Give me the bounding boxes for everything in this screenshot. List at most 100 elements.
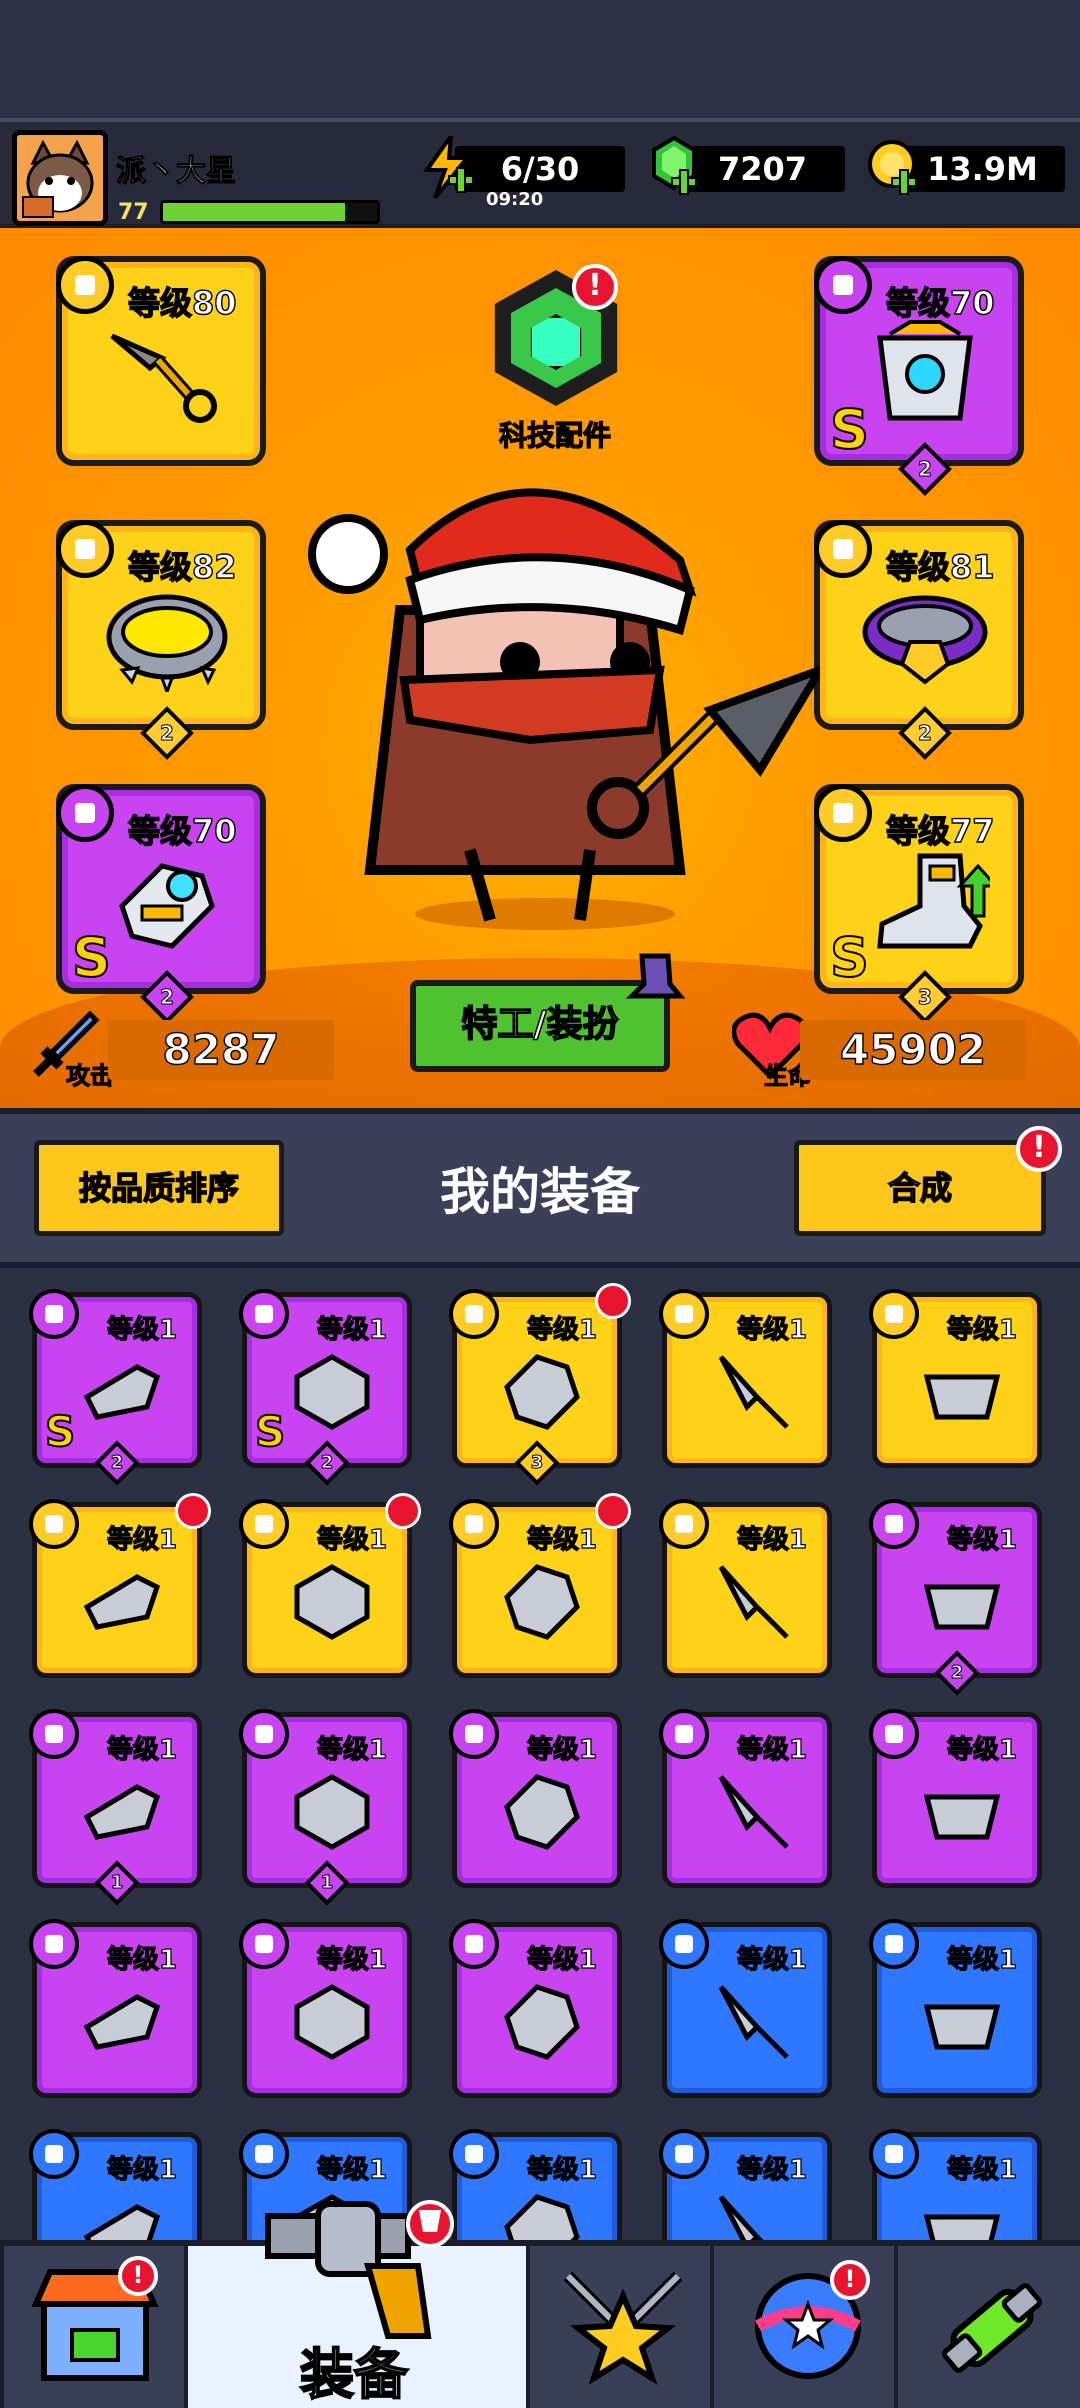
item-rank-badge: 1 <box>304 1860 350 1906</box>
player-level: 77 <box>118 200 149 225</box>
item-type-icon <box>239 1919 289 1969</box>
item-type-icon <box>869 1499 919 1549</box>
boots-type-icon <box>814 784 872 842</box>
nav-battle-tab[interactable] <box>526 2246 710 2408</box>
slot-glove[interactable]: 等级70 S 2 <box>56 784 266 1024</box>
energy-display[interactable]: 6/30 <box>423 136 625 198</box>
inventory-item[interactable]: 等级1 <box>869 1919 1042 2098</box>
inventory-item[interactable]: 等级1 <box>659 2129 832 2240</box>
item-level: 等级1 <box>736 1524 808 1555</box>
item-icon <box>923 1584 1001 1630</box>
item-rank-badge: 2 <box>304 1440 350 1486</box>
inventory-item[interactable]: 等级1 <box>869 1709 1042 1888</box>
player-avatar[interactable] <box>12 130 108 226</box>
inventory-item[interactable]: 等级1 1 <box>29 1709 202 1906</box>
item-rank-badge: 1 <box>94 1860 140 1906</box>
item-upgrade-badge <box>595 1493 631 1529</box>
necklace-type-icon <box>56 520 114 578</box>
item-type-icon <box>659 1709 709 1759</box>
inventory-item[interactable]: 等级1 S 2 <box>239 1289 412 1486</box>
item-level: 等级1 <box>316 1524 388 1555</box>
nav-talent-tab[interactable]: ! <box>710 2246 894 2408</box>
hero-character <box>308 488 820 930</box>
item-rank-badge: 2 <box>94 1440 140 1486</box>
item-type-icon <box>449 1709 499 1759</box>
item-icon <box>83 1364 161 1420</box>
item-type-icon <box>659 2129 709 2179</box>
item-type-icon <box>29 1499 79 1549</box>
item-type-icon <box>29 2129 79 2179</box>
item-type-icon <box>449 1289 499 1339</box>
item-type-icon <box>239 1709 289 1759</box>
item-type-icon <box>659 1289 709 1339</box>
inventory-item[interactable]: 等级1 S 2 <box>29 1289 202 1486</box>
item-type-icon <box>869 1919 919 1969</box>
item-upgrade-badge <box>595 1283 631 1319</box>
inventory-item[interactable]: 等级1 3 <box>449 1283 631 1486</box>
inventory-item[interactable]: 等级1 <box>659 1709 832 1888</box>
nav-gene-tab[interactable] <box>894 2246 1080 2408</box>
item-icon <box>923 1374 1001 1420</box>
slot-necklace[interactable]: 等级82 2 <box>56 520 266 760</box>
belt-icon <box>862 595 988 685</box>
item-icon <box>718 1355 789 1429</box>
item-level: 等级1 <box>316 2154 388 2185</box>
item-level: 等级1 <box>526 1734 598 1765</box>
item-rank-badge: 2 <box>934 1650 980 1696</box>
gem-plus-icon <box>652 136 697 195</box>
inventory-item[interactable]: 等级1 1 <box>239 1709 412 1906</box>
item-level: 等级1 <box>106 1734 178 1765</box>
gem-display[interactable]: 7207 <box>652 136 845 195</box>
inventory-item[interactable]: 等级1 <box>29 2129 202 2240</box>
slot-boots[interactable]: 等级77 S 3 <box>814 784 1024 1024</box>
inventory-item[interactable]: 等级1 <box>869 1289 1042 1468</box>
inventory-item[interactable]: 等级1 <box>659 1499 832 1678</box>
item-icon <box>83 1574 161 1630</box>
hat-icon <box>625 953 686 999</box>
slot-weapon[interactable]: 等级80 <box>56 256 266 466</box>
merge-alert-badge: ! <box>1016 1126 1062 1172</box>
item-level: 等级1 <box>526 1524 598 1555</box>
item-level: 等级1 <box>946 1524 1018 1555</box>
item-icon <box>923 1794 1001 1840</box>
inventory-item[interactable]: 等级1 <box>449 1709 622 1888</box>
capsule-icon <box>942 2283 1042 2373</box>
energy-value: 6/30 <box>500 150 580 188</box>
armor-s-mark: S <box>829 397 870 462</box>
item-icon <box>83 1784 161 1840</box>
item-icon <box>294 1564 370 1640</box>
inventory-item[interactable]: 等级1 <box>869 2129 1042 2240</box>
inventory-item[interactable]: 等级1 <box>449 2129 622 2240</box>
inventory-item[interactable]: 等级1 2 <box>869 1499 1042 1696</box>
merge-button[interactable]: 合成 <box>794 1140 1046 1236</box>
item-level: 等级1 <box>946 2154 1018 2185</box>
nav-equipment-label: 装备 <box>299 2342 409 2407</box>
coin-display[interactable]: 13.9M <box>868 140 1065 195</box>
nav-shop-tab[interactable]: ! <box>0 2246 184 2408</box>
slot-belt[interactable]: 等级81 2 <box>814 520 1024 760</box>
shop-alert-badge: ! <box>118 2256 158 2296</box>
cat-avatar-icon <box>17 135 103 221</box>
section-title: 我的装备 <box>440 1163 640 1221</box>
inventory-item[interactable]: 等级1 <box>239 1493 421 1678</box>
tech-alert-badge: ! <box>572 264 618 310</box>
item-type-icon <box>239 2129 289 2179</box>
inventory-item[interactable]: 等级1 <box>29 1919 202 2098</box>
inventory-item[interactable]: 等级1 <box>29 1493 211 1678</box>
item-level: 等级1 <box>106 1944 178 1975</box>
armor-small-icon <box>419 2210 441 2232</box>
inventory-item[interactable]: 等级1 <box>239 1919 412 2098</box>
inventory-item[interactable]: 等级1 <box>659 1289 832 1468</box>
item-level: 等级1 <box>946 1734 1018 1765</box>
inventory-item[interactable]: 等级1 <box>449 1919 622 2098</box>
item-type-icon <box>29 1919 79 1969</box>
item-icon <box>718 1775 789 1849</box>
item-level: 等级1 <box>736 2154 808 2185</box>
energy-timer: 09:20 <box>486 189 544 210</box>
slot-armor[interactable]: 等级70 S 2 <box>814 256 1024 496</box>
inventory-item[interactable]: 等级1 <box>659 1919 832 2098</box>
app-root: { "player": {"name": "派丶大星", "level": "7… <box>0 0 1080 2408</box>
inventory-item[interactable]: 等级1 <box>449 1493 631 1678</box>
sort-by-quality-button[interactable]: 按品质排序 <box>34 1140 284 1236</box>
item-type-icon <box>869 1289 919 1339</box>
